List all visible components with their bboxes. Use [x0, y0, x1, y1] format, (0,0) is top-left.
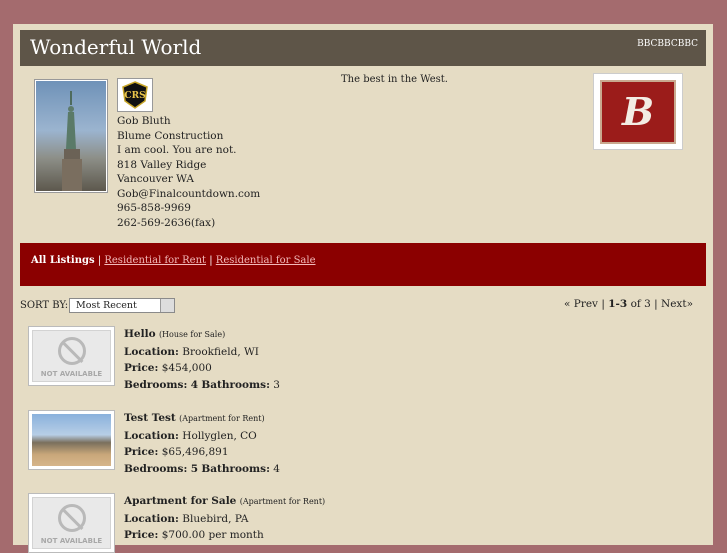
top-links[interactable]: BBCBBCBBC [637, 39, 698, 49]
chevron-down-icon[interactable] [160, 299, 174, 312]
nav-residential-sale[interactable]: Residential for Sale [216, 255, 316, 266]
next-link[interactable]: Next» [661, 298, 693, 310]
pager-total: of 3 [630, 298, 651, 310]
listing-type: (Apartment for Rent) [239, 497, 326, 506]
sort-select[interactable]: Most Recent [69, 298, 175, 313]
site-header: Wonderful World BBCBBCBBC [20, 30, 706, 66]
page-container: Wonderful World BBCBBCBBC CRS Gob Bluth … [13, 24, 713, 553]
listing-bathrooms: 3 [273, 378, 280, 391]
pager-separator: | [654, 298, 658, 310]
listing-photo [32, 414, 111, 466]
crs-logo: CRS [117, 78, 153, 112]
tagline: The best in the West. [341, 74, 448, 85]
listing-thumbnail[interactable]: NOT AVAILABLE [28, 493, 115, 553]
agent-email[interactable]: Gob@Finalcountdown.com [117, 187, 260, 202]
nav-separator: | [97, 255, 102, 266]
agent-street: 818 Valley Ridge [117, 158, 207, 171]
listing-location: Brookfield, WI [182, 345, 259, 358]
listing-info: Apartment for Sale (Apartment for Rent) … [124, 495, 326, 541]
agent-name: Gob Bluth [117, 115, 171, 127]
listing-bedrooms: 5 [190, 462, 198, 475]
pager: « Prev | 1-3 of 3 | Next» [564, 298, 693, 310]
no-image-icon [58, 337, 86, 365]
agent-company: Blume Construction [117, 129, 224, 142]
svg-text:CRS: CRS [124, 91, 145, 101]
listing-title[interactable]: Test Test [124, 412, 176, 424]
pager-range: 1-3 [608, 298, 628, 310]
listing-price: $454,000 [161, 362, 212, 374]
no-image-icon [58, 504, 86, 532]
pager-separator: | [601, 298, 605, 310]
agent-motto: I am cool. You are not. [117, 144, 237, 156]
listing-title[interactable]: Apartment for Sale [124, 495, 236, 507]
agent-phone: 965-858-9969 [117, 202, 191, 214]
listing-info: Hello (House for Sale) Location: Brookfi… [124, 328, 280, 391]
statue-of-liberty-icon [62, 91, 82, 191]
listing-nav: All Listings | Residential for Rent | Re… [20, 243, 706, 286]
not-available-image: NOT AVAILABLE [32, 497, 111, 549]
sort-selected-value: Most Recent [76, 300, 137, 311]
nav-separator: | [209, 255, 213, 266]
brand-logo: B [593, 73, 683, 150]
agent-contact: Gob Bluth Blume Construction I am cool. … [117, 114, 260, 230]
listing-type: (House for Sale) [158, 330, 226, 339]
listing-type: (Apartment for Rent) [179, 414, 265, 423]
listing-price: $65,496,891 [161, 446, 229, 458]
listing-thumbnail[interactable] [28, 410, 115, 470]
nav-all-listings[interactable]: All Listings [31, 255, 95, 266]
prev-link[interactable]: « Prev [564, 298, 598, 310]
agent-city: Vancouver WA [117, 173, 194, 185]
sort-label: SORT BY: [20, 300, 69, 311]
listing-location: Hollyglen, CO [182, 429, 257, 442]
agent-photo [34, 79, 108, 193]
listing-price: $700.00 per month [161, 529, 264, 541]
listing-bedrooms: 4 [190, 378, 198, 391]
listing-info: Test Test (Apartment for Rent) Location:… [124, 412, 280, 475]
listing-location: Bluebird, PA [182, 512, 249, 525]
brand-letter: B [600, 79, 676, 144]
listing-thumbnail[interactable]: NOT AVAILABLE [28, 326, 115, 386]
listing-bathrooms: 4 [273, 462, 280, 475]
site-title: Wonderful World [30, 35, 202, 59]
agent-fax: 262-569-2636(fax) [117, 216, 216, 229]
listing-title[interactable]: Hello [124, 328, 156, 340]
nav-residential-rent[interactable]: Residential for Rent [104, 255, 206, 266]
not-available-image: NOT AVAILABLE [32, 330, 111, 382]
